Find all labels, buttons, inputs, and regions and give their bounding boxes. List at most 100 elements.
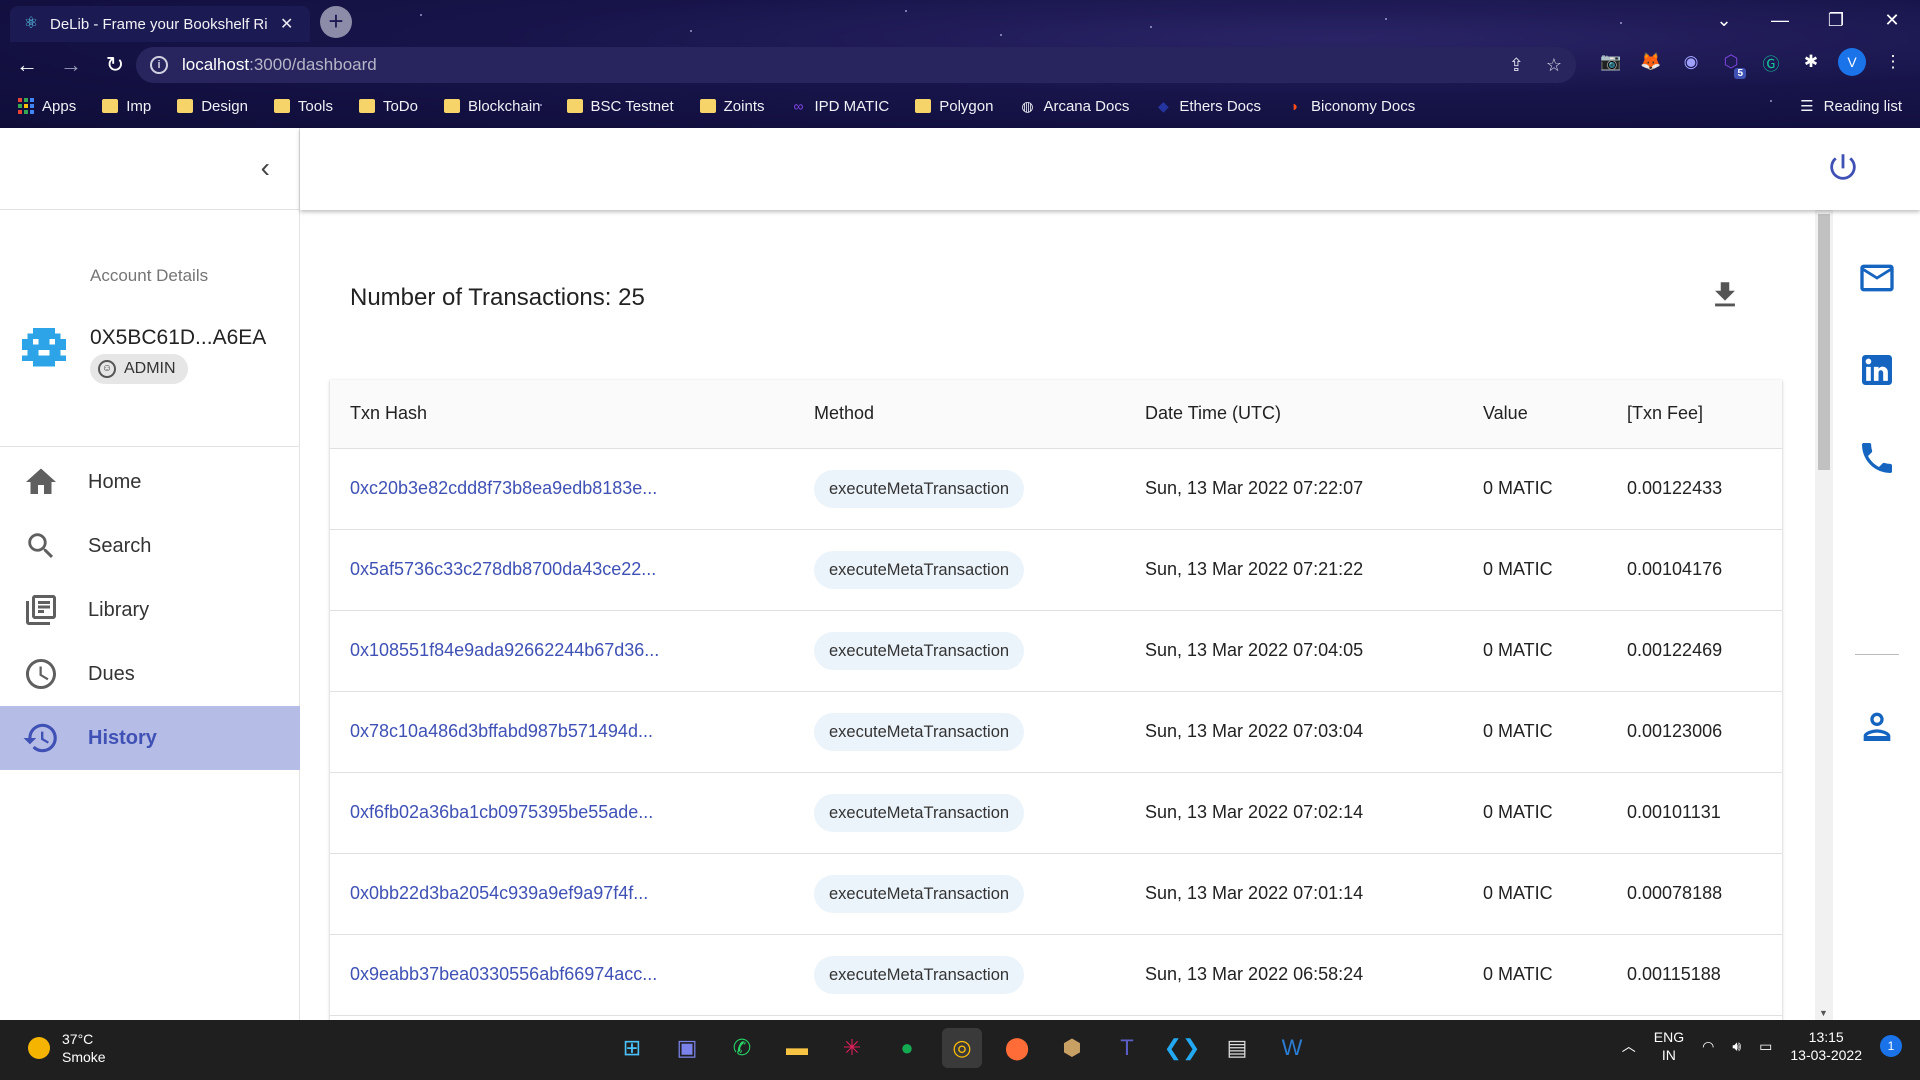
back-arrow-icon[interactable]: ←	[10, 48, 44, 82]
teams-icon[interactable]: T	[1107, 1028, 1147, 1068]
bookmark-label: Polygon	[939, 97, 994, 115]
new-tab-button[interactable]: +	[320, 6, 352, 38]
bookmark-imp[interactable]: Imp	[102, 98, 151, 115]
postman-icon[interactable]: ⬤	[997, 1028, 1037, 1068]
browser-tab-active[interactable]: ⚛ DeLib - Frame your Bookshelf Ri ✕	[10, 6, 310, 42]
clock-icon	[22, 655, 60, 693]
grammarly-icon[interactable]: Ⓖ	[1758, 49, 1784, 75]
column-header-txn-fee: [Txn Fee]	[1607, 380, 1782, 449]
txn-hash-link[interactable]: 0x5af5736c33c278db8700da43ce22...	[330, 529, 794, 611]
camera-extension-icon[interactable]: 📷	[1598, 49, 1624, 75]
bookmark-arcana-docs[interactable]: ◍ Arcana Docs	[1019, 98, 1129, 115]
folder-icon	[102, 99, 119, 113]
download-icon[interactable]	[1708, 276, 1742, 314]
txn-hash-link[interactable]: 0xc20b3e82cdd8f73b8ea9edb8183e...	[330, 448, 794, 530]
chrome-menu-icon[interactable]: ⋮	[1880, 49, 1906, 75]
scroll-down-arrow-icon[interactable]: ▼	[1819, 1008, 1828, 1018]
word-icon[interactable]: W	[1272, 1028, 1312, 1068]
bookmark-ethers-docs[interactable]: ◆ Ethers Docs	[1155, 98, 1261, 115]
close-window-button[interactable]: ✕	[1864, 0, 1920, 40]
phone-icon[interactable]	[1857, 438, 1897, 478]
sidebar: ‹ Account Details 0X5BC61D...A6EA ☺ ADMI…	[0, 128, 300, 1020]
language-indicator[interactable]: ENG IN	[1654, 1028, 1684, 1064]
bookmark-star-icon[interactable]: ☆	[1546, 55, 1562, 76]
txn-hash-link[interactable]: 0x9eabb37bea0330556abf66974acc...	[330, 934, 794, 1016]
polygon-extension-icon[interactable]: ⬡ 5	[1718, 49, 1746, 79]
tab-search-chevron-icon[interactable]: ⌄	[1696, 0, 1752, 40]
bookmark-label: Blockchain	[467, 97, 541, 115]
bookmark-zoints[interactable]: Zoints	[699, 97, 765, 115]
bookmark-polygon[interactable]: Polygon	[915, 98, 993, 115]
txn-hash-link[interactable]: 0x0bb22d3ba2054c939a9ef9a97f4f...	[330, 853, 794, 935]
puzzle-extensions-icon[interactable]: ✱	[1798, 49, 1824, 75]
txn-hash-link[interactable]: 0xf6fb02a36ba1cb0975395be55ade...	[330, 772, 794, 854]
chrome-icon[interactable]: ◎	[942, 1028, 982, 1068]
bookmark-label: Zoints	[723, 97, 765, 115]
bookmark-label: Ethers Docs	[1179, 97, 1262, 115]
method-cell: executeMetaTransaction	[794, 529, 1125, 611]
sidebar-item-label: History	[88, 726, 157, 749]
bookmark-design[interactable]: Design	[177, 98, 248, 115]
notification-badge[interactable]: 1	[1880, 1035, 1902, 1057]
bookmark-biconomy-docs[interactable]: ◗ Biconomy Docs	[1287, 98, 1415, 115]
reading-list-button[interactable]: ☰ Reading list	[1800, 97, 1902, 116]
bookmark-apps[interactable]: Apps	[18, 98, 76, 115]
tab-close-icon[interactable]: ✕	[280, 14, 293, 34]
txn-hash-link[interactable]: 0x108551f84e9ada92662244b67d36...	[330, 610, 794, 692]
column-header-txn-hash: Txn Hash	[330, 380, 794, 449]
role-badge: ☺ ADMIN	[90, 354, 188, 384]
tray-chevron-up-icon[interactable]: ︿	[1622, 1036, 1636, 1056]
battery-icon[interactable]: ▭	[1759, 1038, 1772, 1055]
whatsapp-icon[interactable]: ✆	[722, 1028, 762, 1068]
scrollbar-thumb[interactable]	[1818, 214, 1830, 470]
terminal-icon[interactable]: ▤	[1217, 1028, 1257, 1068]
bookmark-blockchain[interactable]: Blockchain	[443, 97, 541, 115]
method-chip: executeMetaTransaction	[814, 793, 1025, 832]
bookmark-todo[interactable]: ToDo	[358, 98, 418, 115]
minimize-button[interactable]: —	[1752, 0, 1808, 40]
profile-avatar[interactable]: V	[1838, 48, 1866, 76]
restore-button[interactable]: ❐	[1808, 0, 1864, 40]
metamask-fox-icon[interactable]: 🦊	[1638, 49, 1664, 75]
linkedin-icon[interactable]	[1857, 350, 1897, 390]
system-clock[interactable]: 13:15 13-03-2022	[1790, 1028, 1862, 1064]
folder-icon	[566, 99, 583, 113]
vscode-icon[interactable]: ❮❯	[1162, 1028, 1202, 1068]
person-icon[interactable]	[1857, 706, 1897, 746]
bookmark-bsc-testnet[interactable]: BSC Testnet	[566, 98, 674, 115]
reload-icon[interactable]: ↻	[98, 48, 132, 82]
file-explorer-icon[interactable]: ▬	[777, 1028, 817, 1068]
volume-icon[interactable]: 🔊︎	[1732, 1038, 1741, 1055]
bookmark-label: Imp	[126, 97, 152, 115]
share-icon[interactable]: ⇪	[1509, 55, 1524, 76]
discord-extension-icon[interactable]: ◉	[1678, 49, 1704, 75]
bookmark-label: Tools	[297, 97, 333, 115]
sidebar-item-history[interactable]: History	[0, 706, 300, 770]
power-logout-icon[interactable]	[1826, 150, 1860, 184]
mongodb-compass-icon[interactable]: ●	[887, 1028, 927, 1068]
extension-badge: 5	[1734, 68, 1746, 79]
folder-icon	[177, 99, 194, 113]
mail-icon[interactable]	[1857, 258, 1897, 298]
slack-icon[interactable]: ✳	[832, 1028, 872, 1068]
virtualbox-icon[interactable]: ⬢	[1052, 1028, 1092, 1068]
content-scrollbar[interactable]: ▼	[1815, 210, 1833, 1020]
site-info-icon[interactable]: i	[150, 56, 168, 74]
bookmark-ipd-matic[interactable]: ∞ IPD MATIC	[791, 98, 890, 115]
main-content: Number of Transactions: 25 Txn Hash Meth…	[300, 210, 1815, 1020]
forward-arrow-icon[interactable]: →	[54, 48, 88, 82]
sidebar-item-home[interactable]: Home	[0, 450, 300, 514]
bookmark-tools[interactable]: Tools	[273, 97, 333, 115]
collapse-chevron-left-icon[interactable]: ‹	[261, 152, 270, 184]
windows-start-icon[interactable]: ⊞	[612, 1028, 652, 1068]
teams-chat-icon[interactable]: ▣	[667, 1028, 707, 1068]
sidebar-item-dues[interactable]: Dues	[0, 642, 300, 706]
sun-haze-icon	[28, 1037, 50, 1059]
sidebar-item-search[interactable]: Search	[0, 514, 300, 578]
wifi-icon[interactable]: ◠	[1702, 1038, 1714, 1055]
weather-widget[interactable]: 37°C Smoke	[28, 1030, 106, 1066]
address-bar[interactable]: i localhost:3000/dashboard ⇪ ☆	[136, 47, 1576, 83]
sidebar-item-library[interactable]: Library	[0, 578, 300, 642]
table-row: 0x5af5736c33c278db8700da43ce22... execute…	[330, 529, 1782, 611]
txn-hash-link[interactable]: 0x78c10a486d3bffabd987b571494d...	[330, 691, 794, 773]
